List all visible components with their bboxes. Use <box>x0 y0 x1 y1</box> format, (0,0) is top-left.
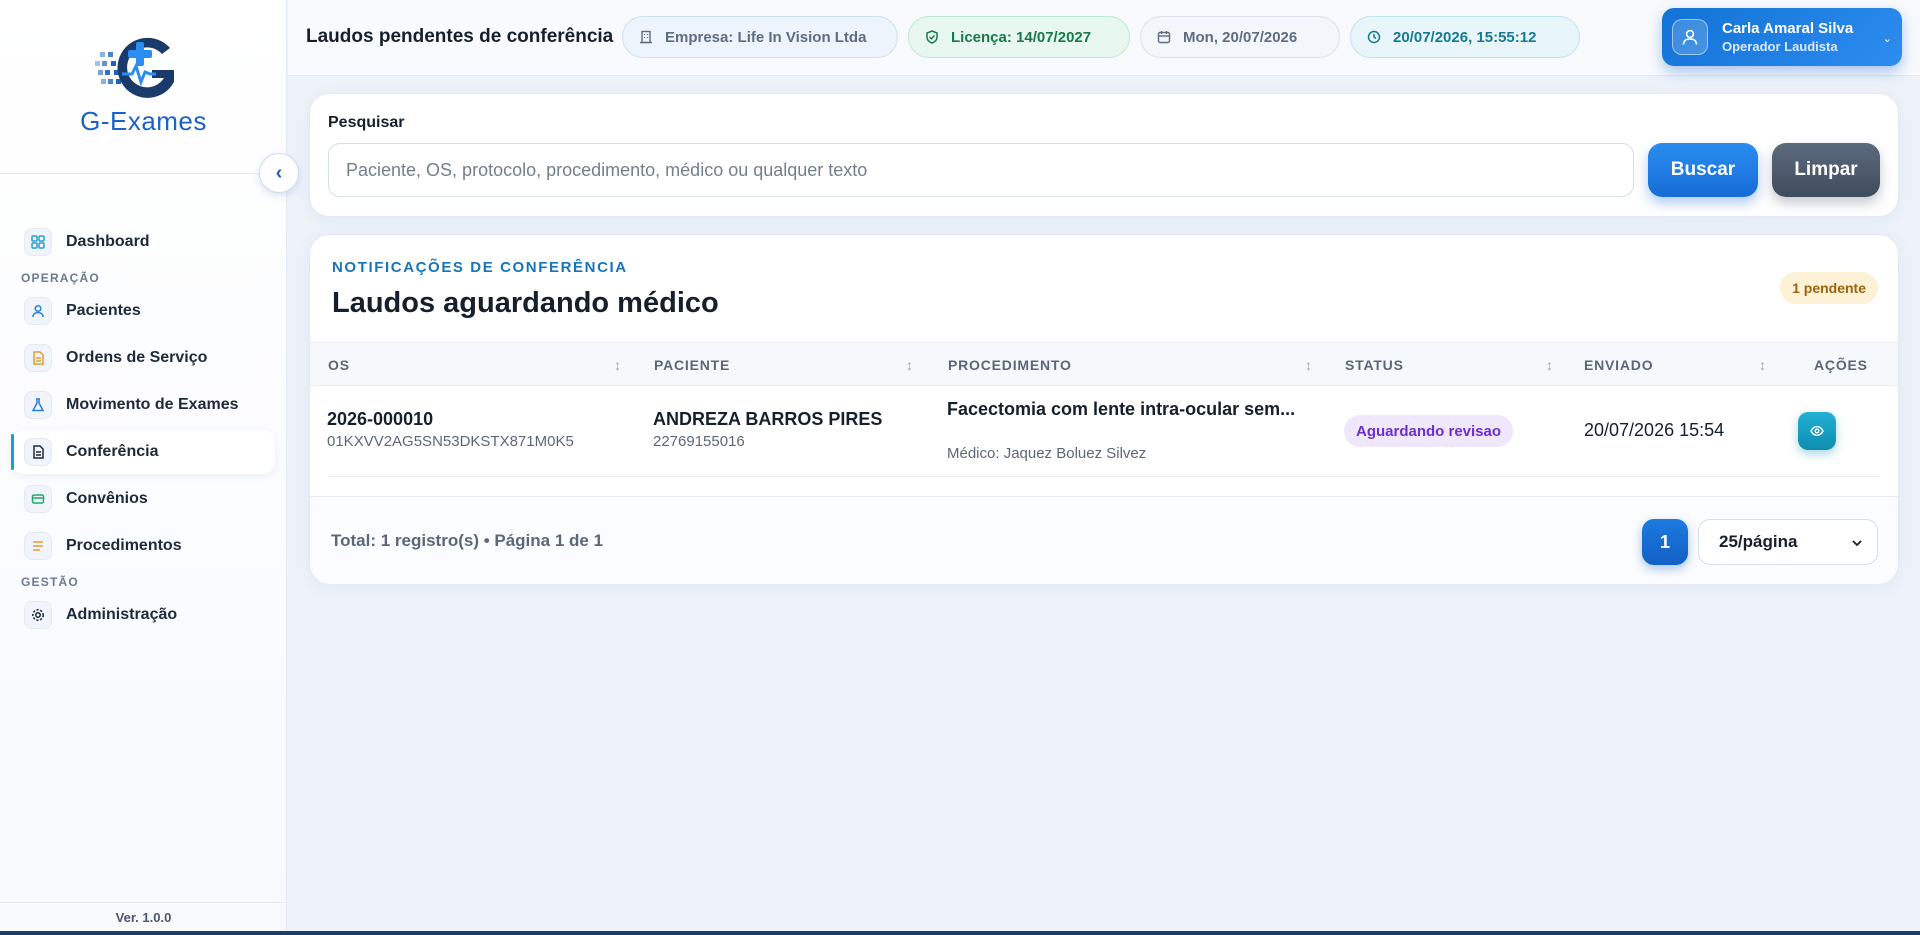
sidebar-item-dashboard[interactable]: Dashboard <box>12 220 275 264</box>
view-report-button[interactable] <box>1798 412 1836 450</box>
sidebar-item-conferencia[interactable]: Conferência <box>11 430 275 474</box>
company-name: Empresa: Life In Vision Ltda <box>665 28 867 46</box>
column-header-enviado[interactable]: ENVIADO <box>1584 343 1653 387</box>
sidebar-item-movimento-de-exames[interactable]: Movimento de Exames <box>12 383 275 427</box>
user-role: Operador Laudista <box>1722 39 1838 54</box>
search-button[interactable]: Buscar <box>1648 143 1758 197</box>
card-icon <box>24 485 52 513</box>
column-header-paciente[interactable]: PACIENTE <box>654 343 730 387</box>
gear-icon <box>24 601 52 629</box>
sidebar-nav: Dashboard OPERAÇÃO Pacientes Ordens de S… <box>0 220 287 640</box>
status-badge: Aguardando revisao <box>1344 415 1514 447</box>
sidebar-item-label: Convênios <box>66 490 148 507</box>
page-title: Laudos pendentes de conferência <box>306 26 614 47</box>
calendar-icon <box>1157 30 1171 44</box>
page-size-value: 25/página <box>1719 532 1798 551</box>
clipboard-icon <box>24 438 52 466</box>
patient-name: ANDREZA BARROS PIRES <box>653 409 883 429</box>
avatar <box>1672 19 1708 55</box>
sidebar-item-label: Procedimentos <box>66 537 182 554</box>
sidebar-item-label: Ordens de Serviço <box>66 349 208 366</box>
clock-chip: 20/07/2026, 15:55:12 <box>1350 16 1580 58</box>
sort-icon[interactable]: ↕ <box>1759 343 1766 387</box>
chevron-down-icon: ⌄ <box>1882 33 1892 45</box>
sidebar-divider <box>0 173 287 174</box>
page-size-select[interactable]: 25/página <box>1698 519 1878 565</box>
collapse-sidebar-button[interactable]: ‹ <box>259 153 299 193</box>
sidebar: G-Exames ‹ Dashboard OPERAÇÃO Pacientes … <box>0 0 299 935</box>
window-bottom-edge <box>0 931 1920 935</box>
flask-icon <box>24 391 52 419</box>
user-menu-button[interactable]: Carla Amaral Silva Operador Laudista ⌄ <box>1662 8 1902 66</box>
sidebar-footer-divider <box>0 902 287 903</box>
logo-icon <box>95 37 174 98</box>
sidebar-item-convenios[interactable]: Convênios <box>12 477 275 521</box>
pagination-summary: Total: 1 registro(s) • Página 1 de 1 <box>331 531 604 550</box>
sort-icon[interactable]: ↕ <box>906 343 913 387</box>
sort-icon[interactable]: ↕ <box>614 343 621 387</box>
shield-check-icon <box>925 30 939 44</box>
date-chip: Mon, 20/07/2026 <box>1140 16 1340 58</box>
user-name: Carla Amaral Silva <box>1722 20 1854 37</box>
list-icon <box>24 532 52 560</box>
table-footer: Total: 1 registro(s) • Página 1 de 1 1 2… <box>310 496 1898 584</box>
sidebar-item-label: Pacientes <box>66 302 141 319</box>
table-header: OS ↕ PACIENTE ↕ PROCEDIMENTO ↕ STATUS ↕ … <box>310 342 1898 386</box>
building-icon <box>639 30 653 44</box>
sidebar-item-label: Administração <box>66 606 178 623</box>
chevron-left-icon: ‹ <box>275 161 283 184</box>
clock-icon <box>1367 30 1381 44</box>
patient-document: 22769155016 <box>653 433 745 450</box>
search-panel: Pesquisar Buscar Limpar <box>309 93 1899 217</box>
current-date: Mon, 20/07/2026 <box>1183 28 1298 46</box>
column-header-procedimento[interactable]: PROCEDIMENTO <box>948 343 1072 387</box>
logo[interactable]: G-Exames <box>0 26 287 136</box>
section-eyebrow: NOTIFICAÇÕES DE CONFERÊNCIA <box>332 259 628 276</box>
os-id: 01KXVV2AG5SN53DKSTX871M0K5 <box>327 433 574 450</box>
sort-icon[interactable]: ↕ <box>1305 343 1312 387</box>
pending-count-badge: 1 pendente <box>1780 272 1878 304</box>
grid-icon <box>24 228 52 256</box>
doctor-name: Médico: Jaquez Boluez Silvez <box>947 445 1147 462</box>
brand-name: G-Exames <box>80 106 207 136</box>
sidebar-item-label: Movimento de Exames <box>66 396 239 413</box>
column-header-os[interactable]: OS <box>328 343 350 387</box>
search-label: Pesquisar <box>328 114 405 131</box>
sidebar-item-label: Conferência <box>66 443 159 460</box>
company-chip: Empresa: Life In Vision Ltda <box>622 16 898 58</box>
conference-panel: NOTIFICAÇÕES DE CONFERÊNCIA Laudos aguar… <box>309 234 1899 584</box>
os-number: 2026-000010 <box>327 409 434 429</box>
app-version: Ver. 1.0.0 <box>115 910 172 925</box>
license-chip: Licença: 14/07/2027 <box>908 16 1130 58</box>
page-1-button[interactable]: 1 <box>1642 519 1688 565</box>
chevron-down-icon <box>1851 534 1863 554</box>
sidebar-item-ordens-de-servico[interactable]: Ordens de Serviço <box>12 336 275 380</box>
column-header-acoes: AÇÕES <box>1814 357 1868 373</box>
top-header: Laudos pendentes de conferência Empresa:… <box>288 0 1920 76</box>
sidebar-item-procedimentos[interactable]: Procedimentos <box>12 524 275 568</box>
column-header-status[interactable]: STATUS <box>1345 343 1404 387</box>
sidebar-item-pacientes[interactable]: Pacientes <box>12 289 275 333</box>
eye-icon <box>1810 425 1824 437</box>
user-icon <box>24 297 52 325</box>
section-title: Laudos aguardando médico <box>332 287 719 319</box>
search-input[interactable] <box>328 143 1634 197</box>
sidebar-item-administracao[interactable]: Administração <box>12 593 275 637</box>
nav-section-gestao: GESTÃO <box>21 575 79 589</box>
current-datetime: 20/07/2026, 15:55:12 <box>1393 28 1537 46</box>
clear-button[interactable]: Limpar <box>1772 143 1880 197</box>
user-icon <box>1682 29 1698 45</box>
license-expiry: Licença: 14/07/2027 <box>951 28 1092 46</box>
procedure-name: Facectomia com lente intra-ocular sem... <box>947 399 1296 419</box>
nav-section-operacao: OPERAÇÃO <box>21 271 100 285</box>
sent-datetime: 20/07/2026 15:54 <box>1584 420 1725 440</box>
document-icon <box>24 344 52 372</box>
sidebar-item-label: Dashboard <box>66 233 150 250</box>
sort-icon[interactable]: ↕ <box>1546 343 1553 387</box>
